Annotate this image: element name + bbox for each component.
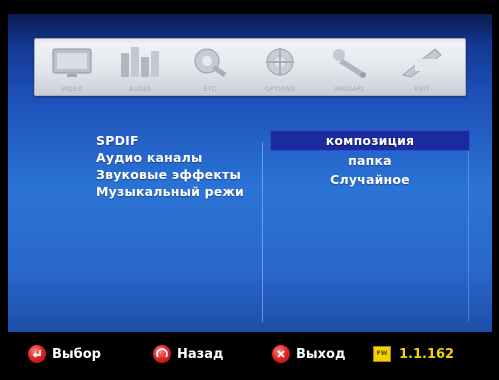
option-composition[interactable]: композиция <box>270 130 470 151</box>
toolbar-exit[interactable]: EXIT <box>391 43 453 93</box>
footer-hints: Выбор Назад Выход FW 1.1.162 <box>8 332 492 380</box>
menu-item-spdif[interactable]: SPDIF <box>96 132 266 149</box>
toolbar-caption: ETC <box>203 86 217 93</box>
firmware-icon: FW <box>373 346 391 362</box>
option-folder[interactable]: папка <box>270 151 470 170</box>
toolbar-mediaplayer[interactable]: MEDIAPL <box>319 43 381 93</box>
hint-label: Назад <box>177 346 224 362</box>
toolbar-video[interactable]: VIDEO <box>41 43 103 93</box>
toolbar-etc[interactable]: ETC <box>179 43 241 93</box>
menu-item-audio-channels[interactable]: Аудио каналы <box>96 149 266 166</box>
toolbar-caption: VIDEO <box>61 86 83 93</box>
video-icon <box>52 48 92 77</box>
options-list: композиция папка Случайное <box>270 130 470 189</box>
hint-label: Выход <box>296 346 346 362</box>
toolbar-options[interactable]: OPTIONS <box>249 43 311 93</box>
back-icon <box>153 345 171 363</box>
exit-icon <box>272 345 290 363</box>
hint-label: Выбор <box>52 346 101 362</box>
toolbar-caption: MEDIAPL <box>335 86 365 93</box>
settings-menu: SPDIF Аудио каналы Звуковые эффекты Музы… <box>96 132 266 200</box>
firmware-info: FW 1.1.162 <box>373 342 454 366</box>
panel-divider <box>262 142 263 322</box>
options-icon <box>266 48 294 76</box>
firmware-version: 1.1.162 <box>399 346 455 362</box>
toolbar-caption: OPTIONS <box>264 86 296 93</box>
menu-item-music-mode[interactable]: Музыкальный режи <box>96 183 266 200</box>
toolbar-audio[interactable]: AUDIO <box>109 43 171 93</box>
toolbar-caption: AUDIO <box>128 86 152 93</box>
hint-back[interactable]: Назад <box>153 342 223 366</box>
audio-icon <box>121 47 159 77</box>
etc-icon <box>194 48 227 78</box>
menu-item-sound-effects[interactable]: Звуковые эффекты <box>96 166 266 183</box>
hint-select[interactable]: Выбор <box>28 342 101 366</box>
option-random[interactable]: Случайное <box>270 170 470 189</box>
osd-screen: VIDEO AUDIO ETC OPTIONS MEDIAPL EXIT SPD… <box>8 14 492 332</box>
top-toolbar: VIDEO AUDIO ETC OPTIONS MEDIAPL EXIT <box>34 38 466 96</box>
hint-exit[interactable]: Выход <box>272 342 345 366</box>
exit-icon <box>401 48 442 78</box>
enter-icon <box>28 345 46 363</box>
toolbar-caption: EXIT <box>414 86 430 93</box>
mediaplayer-icon <box>333 49 366 78</box>
